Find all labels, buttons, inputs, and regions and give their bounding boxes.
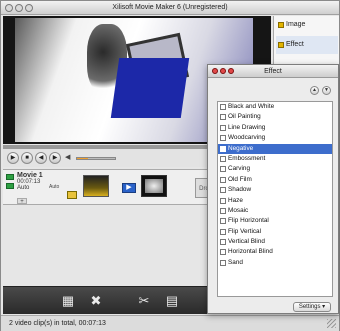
edit-clip-icon[interactable]: ▤ <box>163 293 181 309</box>
effect-checkbox[interactable] <box>220 145 226 152</box>
effect-label: Horizontal Blind <box>228 248 273 256</box>
close-button[interactable] <box>5 4 13 12</box>
effect-window-titlebar: Effect <box>208 65 338 78</box>
play-icon[interactable]: ▶ <box>7 152 19 164</box>
volume-icon[interactable]: ◀ <box>65 154 73 162</box>
effect-checkbox[interactable] <box>220 155 226 162</box>
effect-item[interactable]: Carving <box>218 164 332 174</box>
effect-label: Oil Painting <box>228 113 261 121</box>
effect-checkbox[interactable] <box>220 176 226 183</box>
side-panel: Image Effect <box>273 16 339 64</box>
effect-label: Sand <box>228 258 243 266</box>
effect-label: Line Drawing <box>228 123 266 131</box>
transition-icon[interactable]: ▶ <box>122 183 136 193</box>
move-down-icon[interactable]: ▼ <box>322 86 331 95</box>
effect-label: Flip Horizontal <box>228 217 269 225</box>
effect-checkbox[interactable] <box>220 197 226 204</box>
zoom-button[interactable] <box>25 4 33 12</box>
side-item-label: Effect <box>286 41 304 48</box>
volume-slider[interactable] <box>76 157 116 160</box>
effect-checkbox[interactable] <box>220 218 226 225</box>
stop-icon[interactable]: ■ <box>21 152 33 164</box>
effect-item[interactable]: Haze <box>218 196 332 206</box>
resize-grip[interactable] <box>327 319 336 328</box>
effect-checkbox[interactable] <box>220 249 226 256</box>
minimize-button[interactable] <box>15 4 23 12</box>
video-clip-2[interactable] <box>141 175 167 197</box>
next-frame-icon[interactable]: ▶ <box>49 152 61 164</box>
effect-label: Carving <box>228 165 251 173</box>
title-bar: Xilisoft Movie Maker 6 (Unregistered) <box>1 1 339 15</box>
effect-checkbox[interactable] <box>220 259 226 266</box>
effect-item[interactable]: Oil Painting <box>218 112 332 122</box>
main-window: Xilisoft Movie Maker 6 (Unregistered) ▶ … <box>0 0 340 331</box>
effect-item[interactable]: Mosaic <box>218 206 332 216</box>
effect-checkbox[interactable] <box>220 207 226 214</box>
effect-checkbox[interactable] <box>220 166 226 173</box>
effect-minimize-button[interactable] <box>220 68 226 74</box>
effect-label: Vertical Blind <box>228 238 265 246</box>
side-item-effect[interactable]: Effect <box>276 36 338 54</box>
video-clip-1[interactable] <box>83 175 109 197</box>
split-icon[interactable]: ✂ <box>135 293 153 309</box>
effect-label: Negative <box>228 144 254 152</box>
preview-shadow <box>110 58 190 118</box>
effect-item[interactable]: Black and White <box>218 102 332 112</box>
effect-window-title: Effect <box>264 68 282 75</box>
delete-icon[interactable]: ✖ <box>87 293 105 309</box>
effect-checkbox[interactable] <box>220 124 226 131</box>
status-bar: 2 video clip(s) in total, 00:07:13 <box>1 315 339 331</box>
effect-label: Embossment <box>228 154 266 162</box>
auto-mode-label: Auto <box>49 184 60 190</box>
settings-label: Settings <box>298 304 321 310</box>
movie-name: Movie 1 <box>17 172 43 179</box>
side-item-label: Image <box>286 21 306 28</box>
effect-checkbox[interactable] <box>220 135 226 142</box>
effect-item[interactable]: Woodcarving <box>218 133 332 143</box>
prev-frame-icon[interactable]: ◀ <box>35 152 47 164</box>
effect-checkbox[interactable] <box>220 104 226 110</box>
volume-level <box>77 158 89 159</box>
effect-checkbox[interactable] <box>220 114 226 121</box>
move-up-icon[interactable]: ▲ <box>310 86 319 95</box>
effect-item[interactable]: Old Film <box>218 175 332 185</box>
effect-item[interactable]: Shadow <box>218 185 332 195</box>
effect-item[interactable]: Flip Vertical <box>218 227 332 237</box>
settings-dropdown[interactable]: Settings ▾ <box>293 302 331 312</box>
track-icons <box>6 174 15 192</box>
effect-item[interactable]: Vertical Blind <box>218 237 332 247</box>
audio-track-icon[interactable] <box>6 183 14 189</box>
status-text: 2 video clip(s) in total, 00:07:13 <box>9 320 106 327</box>
effect-item[interactable]: Embossment <box>218 154 332 164</box>
effect-zoom-button[interactable] <box>228 68 234 74</box>
add-track-button[interactable]: + <box>17 198 27 205</box>
effect-list: Black and White Oil Painting Line Drawing W… <box>217 101 333 297</box>
effect-checkbox[interactable] <box>220 239 226 246</box>
effect-label: Woodcarving <box>228 134 266 142</box>
video-track-icon[interactable] <box>6 174 14 180</box>
effect-window: Effect ▲ ▼ Black and White Oil Painting Li… <box>207 64 339 314</box>
effect-icon <box>278 42 284 48</box>
window-title: Xilisoft Movie Maker 6 (Unregistered) <box>112 4 228 11</box>
effect-label: Haze <box>228 196 243 204</box>
effect-label: Black and White <box>228 103 275 110</box>
effect-close-button[interactable] <box>212 68 218 74</box>
effect-checkbox[interactable] <box>220 228 226 235</box>
effect-item[interactable]: Negative <box>218 143 332 154</box>
add-clip-icon[interactable]: ▦ <box>59 293 77 309</box>
effect-label: Flip Vertical <box>228 227 262 235</box>
effect-item[interactable]: Horizontal Blind <box>218 247 332 257</box>
clip-thumbnail <box>145 179 163 193</box>
side-item-image[interactable]: Image <box>276 16 338 34</box>
effect-label: Old Film <box>228 175 252 183</box>
chevron-down-icon: ▾ <box>322 304 326 310</box>
image-icon <box>278 22 284 28</box>
effect-label: Mosaic <box>228 206 249 214</box>
effect-item[interactable]: Line Drawing <box>218 123 332 133</box>
effect-item[interactable]: Flip Horizontal <box>218 216 332 226</box>
clip-settings-icon[interactable] <box>67 191 77 199</box>
effect-checkbox[interactable] <box>220 187 226 194</box>
effect-label: Shadow <box>228 186 252 194</box>
effect-item[interactable]: Sand <box>218 258 332 268</box>
